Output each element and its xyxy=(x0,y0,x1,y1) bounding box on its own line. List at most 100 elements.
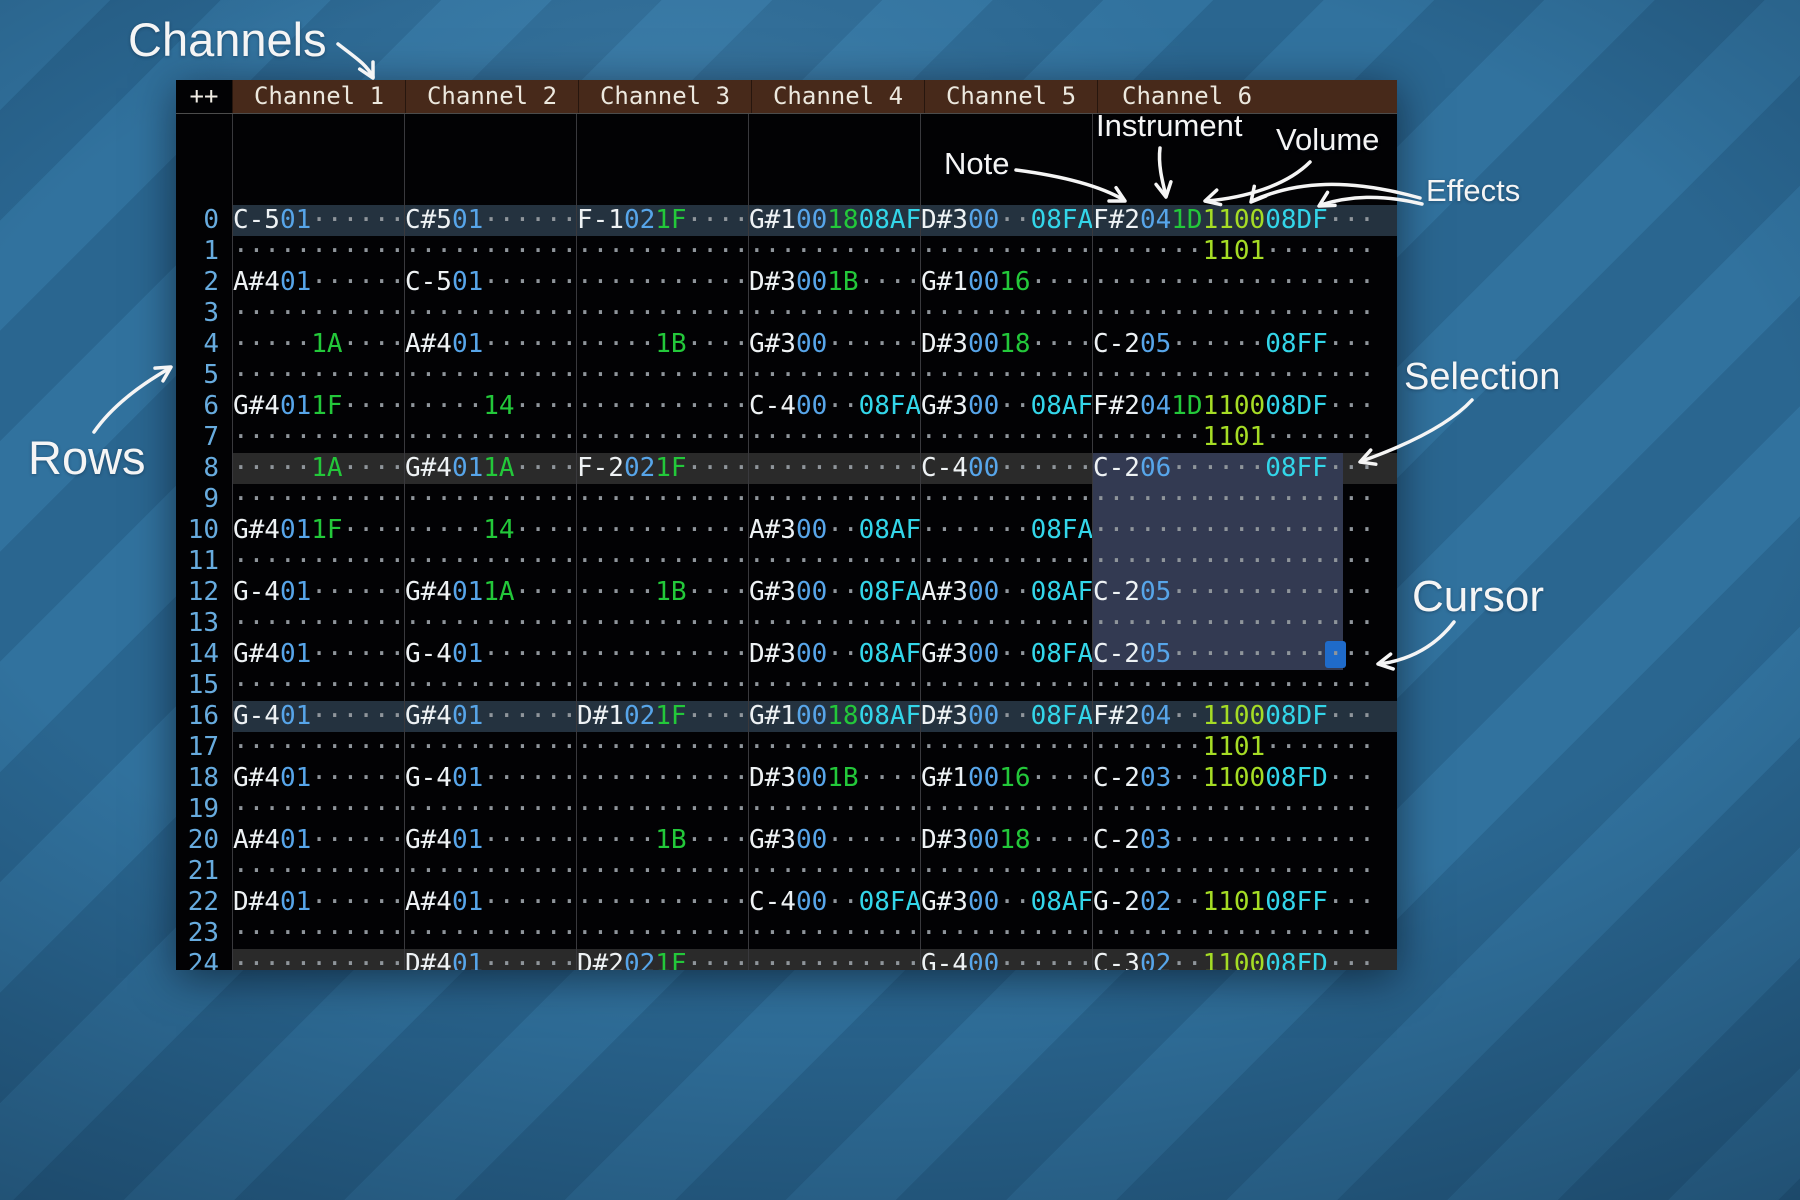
cell-ch3[interactable]: ··········· xyxy=(576,546,748,577)
cell-ch4[interactable]: A#300··08AF xyxy=(748,515,920,546)
channel-header-5[interactable]: Channel 5 xyxy=(924,80,1097,113)
cell-ch6[interactable]: ·················· xyxy=(1092,298,1397,329)
cell-ch1[interactable]: ··········· xyxy=(232,794,404,825)
cell-ch5[interactable]: G#300··08AF xyxy=(920,391,1092,422)
cell-ch6[interactable]: ·················· xyxy=(1092,484,1397,515)
cell-ch1[interactable]: ·····1A···· xyxy=(232,453,404,484)
cell-ch6[interactable]: ·················· xyxy=(1092,515,1397,546)
cell-ch4[interactable]: ··········· xyxy=(748,794,920,825)
cell-ch1[interactable]: ··········· xyxy=(232,360,404,391)
cell-ch4[interactable]: G#300······ xyxy=(748,825,920,856)
cell-ch2[interactable]: ··········· xyxy=(404,608,576,639)
cell-ch2[interactable]: ··········· xyxy=(404,732,576,763)
cell-ch4[interactable]: D#300··08AF xyxy=(748,639,920,670)
cell-ch3[interactable]: ··········· xyxy=(576,670,748,701)
cell-ch3[interactable]: D#2021F···· xyxy=(576,949,748,970)
cell-ch3[interactable]: D#1021F···· xyxy=(576,701,748,732)
cell-ch3[interactable]: ··········· xyxy=(576,608,748,639)
cell-ch6[interactable]: F#2041D110008DF··· xyxy=(1092,205,1397,236)
cell-ch4[interactable]: D#3001B···· xyxy=(748,763,920,794)
cell-ch1[interactable]: ··········· xyxy=(232,608,404,639)
cell-ch1[interactable]: A#401······ xyxy=(232,825,404,856)
cell-ch1[interactable]: ··········· xyxy=(232,422,404,453)
cell-ch3[interactable]: ··········· xyxy=(576,298,748,329)
cell-ch5[interactable]: ··········· xyxy=(920,794,1092,825)
cell-ch1[interactable]: ··········· xyxy=(232,298,404,329)
cell-ch5[interactable]: D#30018···· xyxy=(920,825,1092,856)
cell-ch5[interactable]: ·······08FA xyxy=(920,515,1092,546)
cell-ch2[interactable]: ··········· xyxy=(404,360,576,391)
cell-ch1[interactable]: ··········· xyxy=(232,732,404,763)
channel-header-4[interactable]: Channel 4 xyxy=(751,80,924,113)
cell-ch1[interactable]: ··········· xyxy=(232,236,404,267)
cell-ch4[interactable]: ··········· xyxy=(748,453,920,484)
cell-ch4[interactable]: ··········· xyxy=(748,608,920,639)
cell-ch2[interactable]: A#401······ xyxy=(404,329,576,360)
cell-ch5[interactable]: ··········· xyxy=(920,422,1092,453)
cell-ch6[interactable]: ·······1101······· xyxy=(1092,732,1397,763)
pattern-corner-button[interactable]: ++ xyxy=(176,80,232,113)
cell-ch5[interactable]: G#10016···· xyxy=(920,763,1092,794)
cell-ch2[interactable]: ·····14···· xyxy=(404,391,576,422)
cell-ch1[interactable]: G-401······ xyxy=(232,577,404,608)
cell-ch5[interactable]: G#10016···· xyxy=(920,267,1092,298)
cell-ch2[interactable]: ··········· xyxy=(404,546,576,577)
cell-ch6[interactable]: C-203··110008FD··· xyxy=(1092,763,1397,794)
cell-ch1[interactable]: ··········· xyxy=(232,949,404,970)
cell-ch2[interactable]: D#401······ xyxy=(404,949,576,970)
cell-ch5[interactable]: ··········· xyxy=(920,918,1092,949)
cell-ch2[interactable]: ··········· xyxy=(404,856,576,887)
cell-ch3[interactable]: ··········· xyxy=(576,763,748,794)
cell-ch5[interactable]: ··········· xyxy=(920,546,1092,577)
cell-ch6[interactable]: C-205············· xyxy=(1092,577,1397,608)
cell-ch1[interactable]: ··········· xyxy=(232,670,404,701)
cell-ch4[interactable]: G#1001808AF xyxy=(748,701,920,732)
cell-ch4[interactable]: C-400··08FA xyxy=(748,391,920,422)
cell-ch3[interactable]: F-1021F···· xyxy=(576,205,748,236)
cell-ch1[interactable]: ·····1A···· xyxy=(232,329,404,360)
cell-ch1[interactable]: ··········· xyxy=(232,484,404,515)
cell-ch6[interactable]: F#204··110008DF··· xyxy=(1092,701,1397,732)
cell-ch2[interactable]: G#401······ xyxy=(404,701,576,732)
cell-ch1[interactable]: G#401······ xyxy=(232,763,404,794)
cell-ch1[interactable]: ··········· xyxy=(232,856,404,887)
cell-ch3[interactable]: ··········· xyxy=(576,236,748,267)
cell-ch3[interactable]: ··········· xyxy=(576,732,748,763)
cell-ch3[interactable]: ··········· xyxy=(576,360,748,391)
cell-ch3[interactable]: ··········· xyxy=(576,887,748,918)
cell-ch1[interactable]: G-401······ xyxy=(232,701,404,732)
cell-ch3[interactable]: ··········· xyxy=(576,794,748,825)
cell-ch6[interactable]: ·················· xyxy=(1092,856,1397,887)
cell-ch4[interactable]: ··········· xyxy=(748,670,920,701)
cell-ch6[interactable]: F#2041D110008DF··· xyxy=(1092,391,1397,422)
cell-ch5[interactable]: G#300··08AF xyxy=(920,887,1092,918)
cell-ch2[interactable]: C#501······ xyxy=(404,205,576,236)
cell-ch3[interactable]: ··········· xyxy=(576,422,748,453)
cell-ch3[interactable]: ··········· xyxy=(576,391,748,422)
cell-ch3[interactable]: ··········· xyxy=(576,484,748,515)
channel-header-1[interactable]: Channel 1 xyxy=(232,80,405,113)
cell-ch1[interactable]: G#4011F···· xyxy=(232,391,404,422)
cell-ch2[interactable]: ··········· xyxy=(404,484,576,515)
cell-ch6[interactable]: ·················· xyxy=(1092,794,1397,825)
cell-ch6[interactable]: ·················· xyxy=(1092,670,1397,701)
cell-ch1[interactable]: C-501······ xyxy=(232,205,404,236)
cell-ch5[interactable]: D#30018···· xyxy=(920,329,1092,360)
cell-ch4[interactable]: C-400··08FA xyxy=(748,887,920,918)
cell-ch1[interactable]: G#4011F···· xyxy=(232,515,404,546)
cell-ch6[interactable]: ·················· xyxy=(1092,918,1397,949)
cell-ch3[interactable]: ··········· xyxy=(576,918,748,949)
cell-ch1[interactable]: D#401······ xyxy=(232,887,404,918)
cell-ch6[interactable]: ·················· xyxy=(1092,360,1397,391)
cell-ch6[interactable]: ·······1101······· xyxy=(1092,236,1397,267)
cell-ch2[interactable]: G-401······ xyxy=(404,763,576,794)
cell-ch1[interactable]: A#401······ xyxy=(232,267,404,298)
cell-ch6[interactable]: G-202··110108FF··· xyxy=(1092,887,1397,918)
cell-ch6[interactable]: C-205······08FF··· xyxy=(1092,329,1397,360)
cell-ch6[interactable]: C-205············· xyxy=(1092,639,1397,670)
cell-ch4[interactable]: G#300··08FA xyxy=(748,577,920,608)
cell-ch5[interactable]: ··········· xyxy=(920,484,1092,515)
cell-ch2[interactable]: G#401······ xyxy=(404,825,576,856)
cell-ch4[interactable]: ··········· xyxy=(748,856,920,887)
cell-ch3[interactable]: ··········· xyxy=(576,515,748,546)
